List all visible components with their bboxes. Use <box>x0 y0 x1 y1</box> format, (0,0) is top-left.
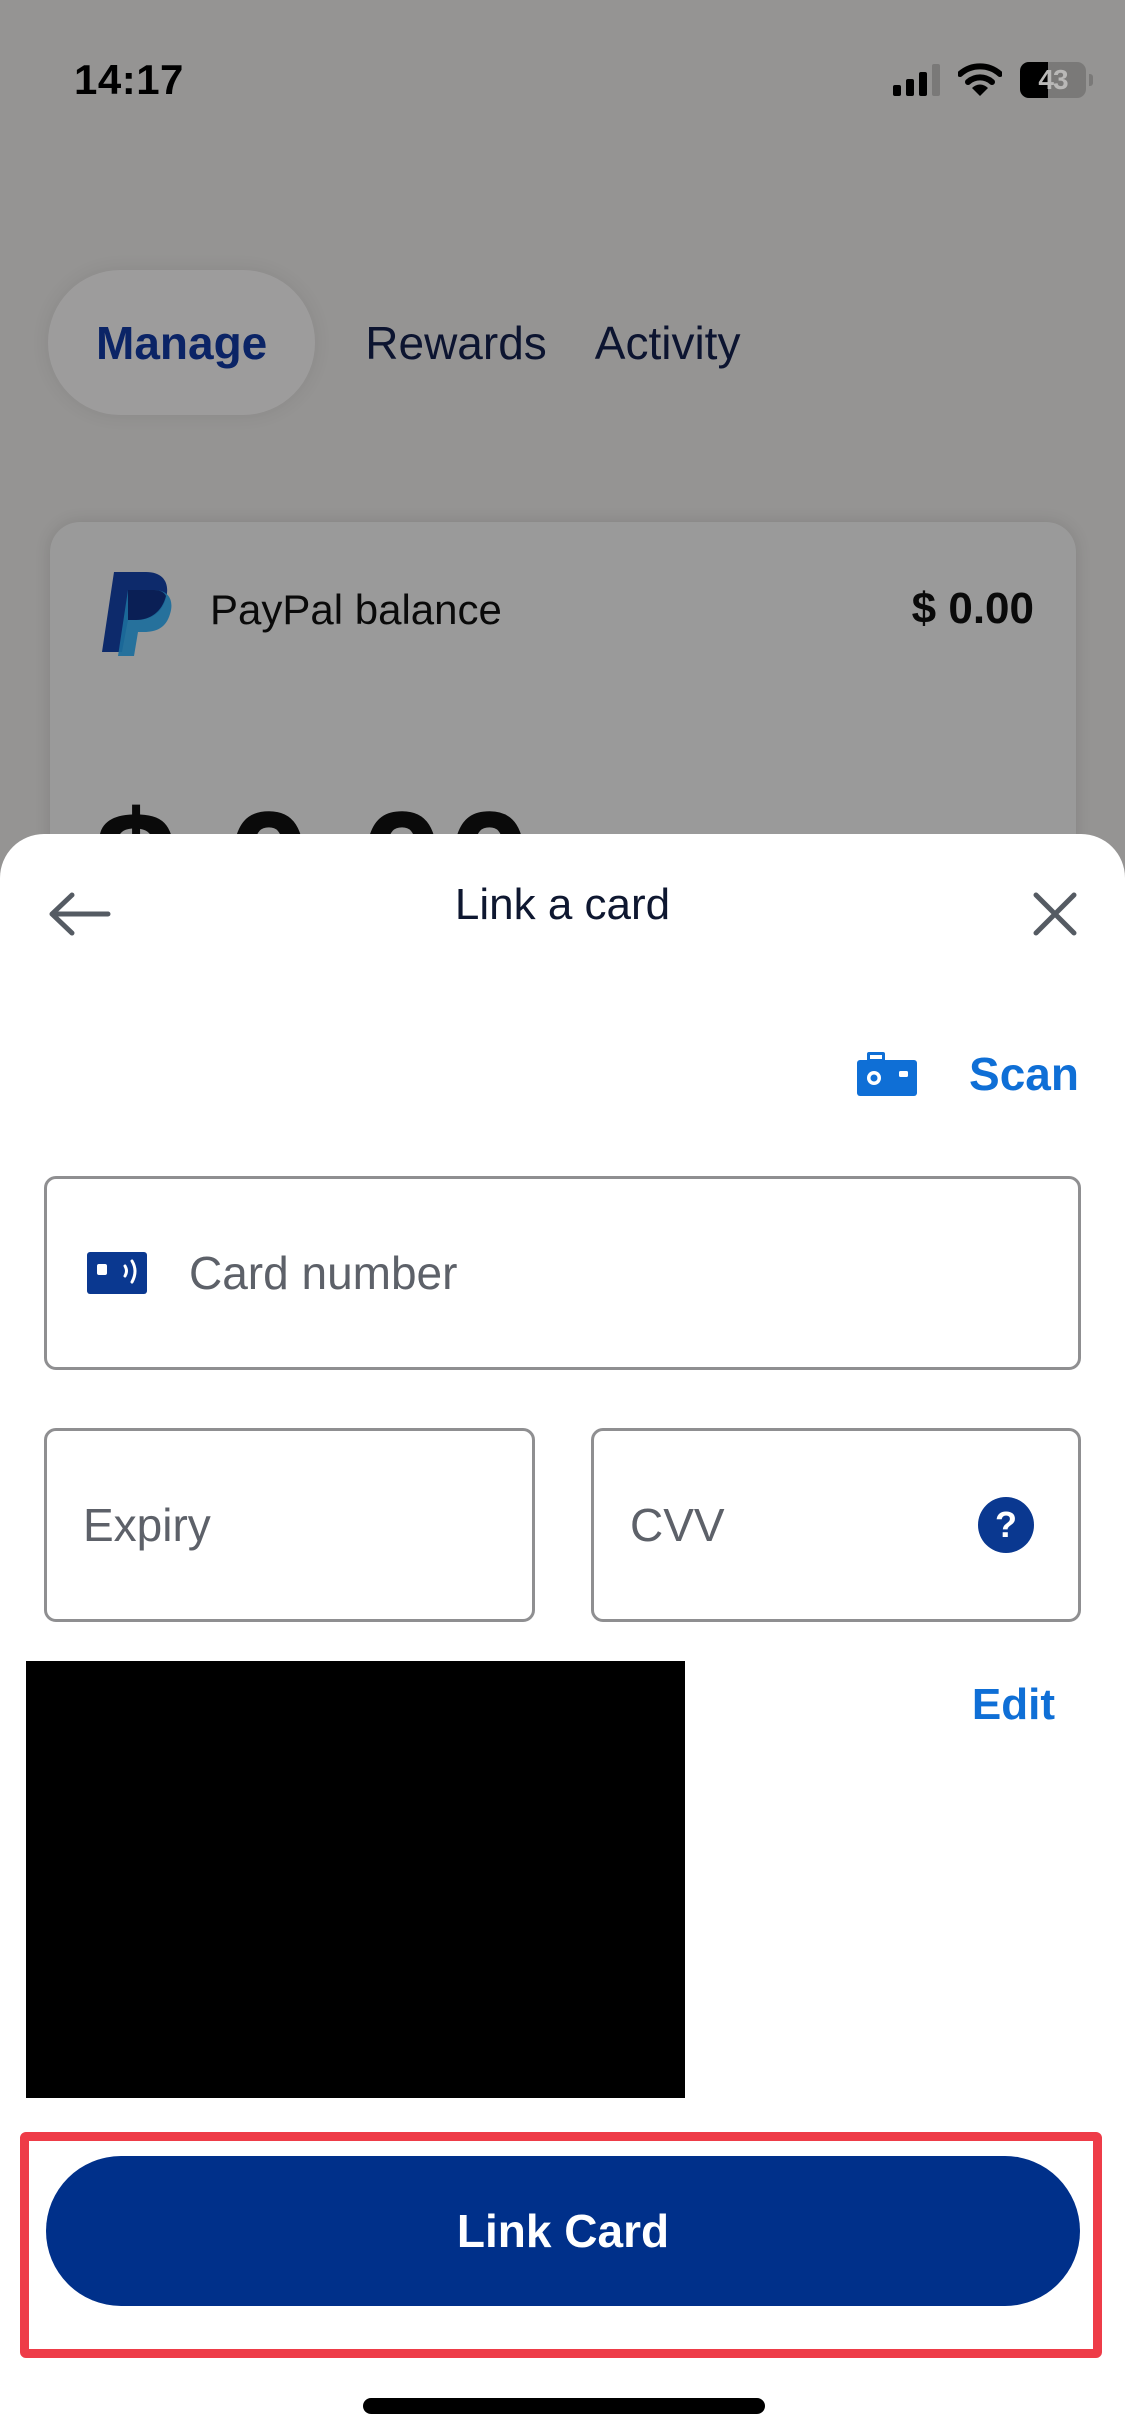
battery-icon: 43 <box>1020 62 1086 98</box>
balance-label: PayPal balance <box>210 586 502 633</box>
cellular-signal-icon <box>893 64 940 96</box>
tab-activity[interactable]: Activity <box>595 270 741 415</box>
scan-label: Scan <box>969 1048 1079 1100</box>
battery-tip <box>1089 74 1093 86</box>
status-icons: 43 <box>893 62 1093 98</box>
balance-amount: $ 0.00 <box>911 584 1034 633</box>
cvv-field[interactable]: ? <box>591 1428 1081 1622</box>
close-button[interactable] <box>1015 874 1095 954</box>
sheet-title: Link a card <box>454 880 671 929</box>
question-icon[interactable]: ? <box>978 1497 1034 1553</box>
scan-card-button[interactable]: Scan <box>857 1034 1079 1114</box>
close-icon <box>1033 892 1077 936</box>
edit-address-link[interactable]: Edit <box>972 1680 1055 1730</box>
redacted-billing-address <box>26 1661 685 2098</box>
status-time: 14:17 <box>74 56 184 103</box>
card-number-field[interactable] <box>44 1176 1081 1370</box>
tab-rewards[interactable]: Rewards <box>315 270 547 415</box>
card-number-input[interactable] <box>189 1246 1078 1300</box>
camera-icon <box>857 1052 918 1096</box>
expiry-input[interactable] <box>83 1498 532 1552</box>
sheet-header: Link a card <box>0 834 1125 974</box>
cvv-input[interactable] <box>630 1498 978 1552</box>
home-indicator <box>363 2398 765 2414</box>
battery-percent: 43 <box>1038 64 1068 95</box>
tab-manage[interactable]: Manage <box>48 270 316 415</box>
paypal-logo <box>102 572 172 656</box>
expiry-field[interactable] <box>44 1428 535 1622</box>
top-tabs: Manage Rewards Activity <box>48 270 788 415</box>
status-bar: 14:17 43 <box>0 0 1125 150</box>
card-contactless-icon <box>87 1252 147 1294</box>
link-card-button[interactable]: Link Card <box>46 2156 1080 2306</box>
wifi-icon <box>958 63 1002 96</box>
link-card-sheet: Link a card Scan ? <box>0 834 1125 2436</box>
